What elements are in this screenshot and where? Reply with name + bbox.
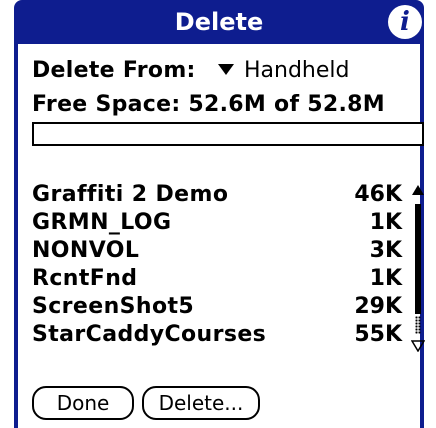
dropdown-triangle-icon (218, 63, 234, 75)
file-size: 29K (354, 294, 402, 319)
free-space-bar (32, 122, 424, 146)
list-item[interactable]: Graffiti 2 Demo 46K (32, 182, 402, 210)
file-size: 1K (369, 210, 402, 235)
file-name: StarCaddyCourses (32, 322, 267, 347)
file-name: RcntFnd (32, 266, 138, 291)
delete-from-dropdown[interactable]: Handheld (218, 58, 350, 83)
scroll-down-arrow-icon[interactable] (411, 338, 425, 352)
delete-from-label: Delete From: (32, 58, 196, 83)
info-icon[interactable]: i (388, 5, 422, 39)
delete-from-value: Handheld (244, 58, 350, 83)
file-name: ScreenShot5 (32, 294, 195, 319)
scroll-track[interactable] (415, 316, 421, 334)
delete-screen: Delete i Delete From: Handheld Free Spac… (0, 0, 436, 428)
file-name: GRMN_LOG (32, 210, 172, 235)
delete-button[interactable]: Delete... (142, 386, 260, 420)
list-item[interactable]: NONVOL 3K (32, 238, 402, 266)
list-item[interactable]: RcntFnd 1K (32, 266, 402, 294)
file-list: Graffiti 2 Demo 46K GRMN_LOG 1K NONVOL 3… (32, 182, 402, 350)
title-bar: Delete i (14, 0, 424, 44)
file-size: 3K (369, 238, 402, 263)
done-button[interactable]: Done (32, 386, 134, 420)
file-name: Graffiti 2 Demo (32, 182, 229, 207)
list-item[interactable]: StarCaddyCourses 55K (32, 322, 402, 350)
list-item[interactable]: ScreenShot5 29K (32, 294, 402, 322)
file-name: NONVOL (32, 238, 140, 263)
list-scrollbar[interactable] (410, 184, 426, 352)
scroll-up-arrow-icon[interactable] (411, 184, 425, 198)
scroll-thumb[interactable] (415, 204, 421, 314)
list-item[interactable]: GRMN_LOG 1K (32, 210, 402, 238)
free-space-label: Free Space: 52.6M of 52.8M (32, 92, 385, 117)
file-size: 55K (354, 322, 402, 347)
file-size: 1K (369, 266, 402, 291)
window-title: Delete (174, 8, 264, 36)
file-size: 46K (354, 182, 402, 207)
